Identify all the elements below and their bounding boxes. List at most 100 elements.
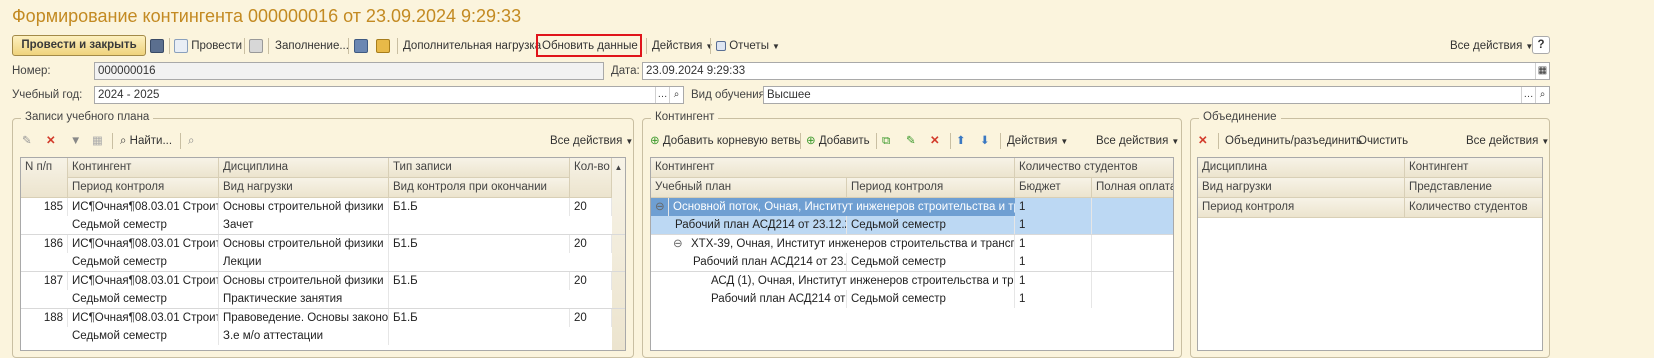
document-icon[interactable] [354,34,368,58]
col-contingent[interactable]: Контингент [68,158,219,178]
chevron-down-icon: ▼ [1541,137,1550,146]
row-count: 20 [570,235,612,253]
union-grid: Дисциплина Контингент Вид нагрузки Предс… [1197,157,1543,351]
add-root-branch-button[interactable]: ⊕ Добавить корневую ветвь [650,133,800,149]
node-budget: 1 [1015,290,1092,308]
post-and-close-button[interactable]: Провести и закрыть [12,35,146,56]
merge-button[interactable]: Объединить/разъединить [1225,133,1362,149]
mail-icon[interactable] [376,34,390,58]
col-budget[interactable]: Бюджет [1015,178,1092,198]
delete-icon[interactable]: ✕ [930,133,940,149]
collapse-icon[interactable]: ⊖ [655,198,669,216]
node-text: ХТХ-39, Очная, Институт инженеров строит… [687,235,1015,253]
actions-label: Действия [652,40,703,52]
date-value: 23.09.2024 9:29:33 [646,65,746,77]
col-view[interactable]: Представление [1405,178,1542,198]
row-count: 20 [570,198,612,216]
contingent-actions-menu[interactable]: Действия ▼ [1007,133,1068,150]
col-discipline[interactable]: Дисциплина [1198,158,1405,178]
col-load-type[interactable]: Вид нагрузки [219,178,389,198]
move-down-icon[interactable]: ⬇ [980,133,990,149]
col-record-type[interactable]: Тип записи [389,158,570,178]
grid-icon[interactable]: ▦ [92,133,103,149]
search-icon[interactable]: ⌕ [669,87,683,103]
search-icon: ⌕ [120,135,127,147]
col-control[interactable]: Вид контроля при окончании [389,178,570,198]
delete-icon[interactable]: ✕ [46,133,56,149]
clear-button[interactable]: Очистить [1358,133,1408,149]
extra-load-button[interactable]: Дополнительная нагрузка [403,34,541,58]
col-contingent[interactable]: Контингент [1405,158,1542,178]
row-record-type: Б1.Б [389,198,570,216]
row-period: Седьмой семестр [68,253,219,271]
row-load: Лекции [219,253,389,271]
contingent-tree: Контингент Количество студентов Учебный … [650,157,1174,351]
all-actions-menu[interactable]: Все действия ▼ [1450,34,1533,58]
node-budget: 1 [1015,253,1092,271]
copy-icon[interactable]: ⧉ [882,133,890,149]
post-button[interactable]: Провести [174,34,242,58]
row-discipline: Основы строительной физики [219,272,389,290]
fill-button[interactable]: Заполнение... [275,34,349,58]
all-actions-label: Все действия [1096,135,1169,147]
union-toolbar: ✕ Объединить/разъединить Очистить Все де… [1198,130,1549,152]
col-paid[interactable]: Полная оплата [1092,178,1173,198]
col-discipline[interactable]: Дисциплина [219,158,389,178]
year-field[interactable]: 2024 - 2025 … ⌕ [94,86,684,104]
col-count[interactable]: Кол-во [570,158,612,198]
col-contingent[interactable]: Контингент [651,158,1015,178]
add-button[interactable]: ⊕ Добавить [806,133,870,149]
edit-icon[interactable]: ✎ [906,133,916,149]
scroll-up-icon[interactable]: ▲ [615,163,623,172]
union-all-actions-menu[interactable]: Все действия ▼ [1466,133,1549,150]
reports-label: Отчеты [729,40,769,52]
help-button[interactable]: ? [1532,36,1550,54]
collapse-icon[interactable]: ⊖ [673,235,687,253]
filter-icon[interactable]: ▼ [70,133,81,149]
actions-menu[interactable]: Действия▼ [652,34,713,58]
row-contingent: ИС¶Очная¶08.03.01 Строите... [68,272,219,290]
move-up-icon[interactable]: ⬆ [956,133,966,149]
row-num: 186 [21,235,68,253]
row-record-type: Б1.Б [389,309,570,327]
number-field[interactable]: 000000016 [94,62,604,80]
reports-menu[interactable]: Отчеты ▼ [716,34,780,58]
edu-type-field[interactable]: Высшее … ⌕ [763,86,1550,104]
date-field[interactable]: 23.09.2024 9:29:33 ▦ [642,62,1550,80]
plan-all-actions-menu[interactable]: Все действия ▼ [550,133,633,150]
save-icon[interactable] [150,34,164,58]
col-period[interactable]: Период контроля [1198,198,1405,218]
ellipsis-icon[interactable]: … [1521,87,1535,103]
col-plan[interactable]: Учебный план [651,178,847,198]
col-num[interactable]: N п/п [21,158,68,198]
node-budget: 1 [1015,198,1092,216]
row-period: Седьмой семестр [68,216,219,234]
col-students[interactable]: Количество студентов [1405,198,1542,218]
delete-icon[interactable]: ✕ [1198,133,1208,149]
col-load[interactable]: Вид нагрузки [1198,178,1405,198]
search-icon[interactable]: ⌕ [1535,87,1549,103]
node-text: Рабочий план АСД214 от ... [707,290,847,308]
ellipsis-icon[interactable]: … [655,87,669,103]
row-num: 188 [21,309,68,327]
find-label: Найти... [129,135,173,147]
contingent-all-actions-menu[interactable]: Все действия ▼ [1096,133,1179,150]
all-actions-label: Все действия [550,135,623,147]
find-button[interactable]: ⌕ Найти... [120,133,172,149]
row-contingent: ИС¶Очная¶08.03.01 Строите... [68,309,219,327]
row-period: Седьмой семестр [68,290,219,308]
scrollbar[interactable]: ▲ [612,158,625,350]
calendar-icon[interactable]: ▦ [1535,63,1549,79]
year-value: 2024 - 2025 [98,89,160,101]
col-period[interactable]: Период контроля [68,178,219,198]
col-period[interactable]: Период контроля [847,178,1015,198]
node-period: Седьмой семестр [847,216,1015,234]
row-contingent: ИС¶Очная¶08.03.01 Строите... [68,235,219,253]
node-period: Седьмой семестр [847,290,1015,308]
col-students[interactable]: Количество студентов [1015,158,1173,178]
node-budget: 1 [1015,272,1092,290]
refresh-highlight-frame [536,34,642,57]
search-cancel-icon[interactable]: ⌕ [188,133,194,149]
edit-icon[interactable]: ✎ [22,133,32,149]
settings-icon[interactable] [249,34,263,58]
